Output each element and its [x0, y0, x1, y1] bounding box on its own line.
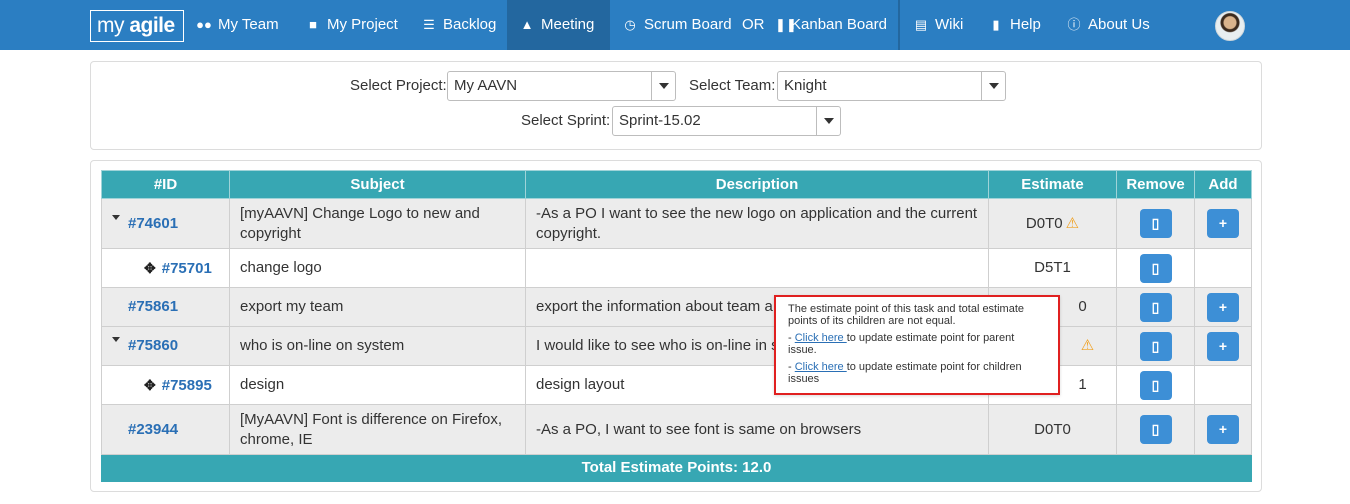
plus-icon: + [1218, 421, 1228, 437]
user-avatar[interactable] [1215, 11, 1245, 41]
col-estimate-header[interactable]: Estimate [988, 170, 1117, 199]
users-icon: ●● [196, 17, 212, 32]
team-label: Select Team: [689, 77, 776, 94]
subject-cell: change logo [229, 248, 526, 288]
nav-wiki[interactable]: ▤ Wiki [913, 0, 963, 50]
col-add-header: Add [1194, 170, 1252, 199]
remove-button[interactable]: ▯ [1139, 331, 1172, 361]
estimate-cell: D0T0 ⚠ [988, 198, 1117, 249]
nav-scrum-board[interactable]: ◷ Scrum Board [622, 0, 731, 50]
nav-my-team[interactable]: ●● My Team [196, 0, 278, 50]
remove-button[interactable]: ▯ [1139, 253, 1172, 283]
trash-icon: ▯ [1151, 215, 1160, 231]
project-select[interactable]: My AAVN [447, 71, 676, 101]
trash-icon: ▯ [1151, 259, 1160, 276]
table-row: #74601 [myAAVN] Change Logo to new and c… [101, 198, 1252, 249]
columns-icon: ❚❚ [775, 17, 797, 32]
remove-button[interactable]: ▯ [1139, 415, 1172, 444]
trash-icon: ▯ [1151, 421, 1160, 437]
nav-my-project[interactable]: ■ My Project [305, 0, 398, 50]
table-icon: ▤ [914, 17, 928, 32]
subject-cell: [myAAVN] Change Logo to new and copyrigh… [229, 198, 526, 249]
warning-icon[interactable]: ⚠ [1066, 215, 1079, 232]
collapse-caret-icon[interactable] [112, 337, 120, 342]
chevron-down-icon [981, 72, 1005, 100]
remove-button[interactable]: ▯ [1139, 370, 1172, 400]
nav-help[interactable]: ▮ Help [988, 0, 1040, 50]
trash-icon: ▯ [1151, 337, 1160, 354]
meeting-table: #ID Subject Description Estimate Remove … [101, 170, 1252, 482]
subject-cell: who is on-line on system [229, 326, 526, 366]
move-icon[interactable]: ✥ [144, 375, 156, 395]
total-row: Total Estimate Points: 12.0 [101, 454, 1252, 482]
table-row: #75860 who is on-line on system I would … [101, 326, 1252, 366]
nav-or-text: OR [742, 16, 765, 33]
logo-text: my [97, 14, 130, 37]
col-remove-header: Remove [1116, 170, 1195, 199]
plus-icon: + [1218, 298, 1228, 315]
trash-icon: ▯ [1151, 298, 1160, 315]
subject-cell: [MyAAVN] Font is difference on Firefox, … [229, 404, 526, 455]
sitemap-icon: ▲ [520, 17, 534, 32]
chevron-down-icon [816, 107, 840, 135]
col-description-header[interactable]: Description [525, 170, 989, 199]
description-cell: -As a PO I want to see the new logo on a… [525, 198, 989, 249]
nav-kanban-board[interactable]: ❚❚Kanban Board [775, 0, 887, 50]
subject-cell: export my team [229, 287, 526, 327]
app-logo[interactable]: my agile [90, 10, 184, 42]
nav-about-us[interactable]: ⓘ About Us [1066, 0, 1149, 50]
estimate-mismatch-tooltip: The estimate point of this task and tota… [774, 295, 1060, 395]
info-icon: ⓘ [1067, 17, 1081, 32]
sprint-label: Select Sprint: [521, 112, 611, 129]
estimate-cell: D5T1 [988, 248, 1117, 288]
collapse-caret-icon[interactable] [112, 214, 120, 220]
remove-button[interactable]: ▯ [1139, 292, 1172, 322]
add-button[interactable]: + [1207, 209, 1239, 238]
tooltip-message: The estimate point of this task and tota… [788, 303, 1025, 327]
clock-icon: ◷ [624, 17, 636, 32]
col-subject-header[interactable]: Subject [229, 170, 526, 199]
list-icon: ☰ [423, 17, 435, 32]
folder-icon: ■ [309, 17, 317, 32]
table-row: ✥ #75895 design design layout 1 ▯ [101, 365, 1252, 405]
table-header-row: #ID Subject Description Estimate Remove … [101, 170, 1252, 199]
trash-icon: ▯ [1151, 376, 1160, 393]
description-cell: -As a PO, I want to see font is same on … [525, 404, 989, 455]
team-select[interactable]: Knight [777, 71, 1006, 101]
issue-id-link[interactable]: #75701 [162, 260, 212, 277]
table-row: #75861 export my team export the informa… [101, 287, 1252, 327]
table-row: ✥ #75701 change logo D5T1 ▯ [101, 248, 1252, 288]
table-row: #23944 [MyAAVN] Font is difference on Fi… [101, 404, 1252, 455]
plus-icon: + [1218, 215, 1228, 231]
col-id-header[interactable]: #ID [101, 170, 230, 199]
nav-meeting[interactable]: ▲ Meeting [507, 0, 610, 50]
top-navbar: my agile ●● My Team ■ My Project ☰ Backlog … [0, 0, 1350, 50]
remove-button[interactable]: ▯ [1139, 209, 1172, 238]
nav-backlog[interactable]: ☰ Backlog [421, 0, 496, 50]
nav-divider [898, 0, 900, 50]
sprint-select[interactable]: Sprint-15.02 [612, 106, 841, 136]
description-cell [525, 248, 989, 288]
issue-id-link[interactable]: #75895 [162, 377, 212, 394]
issue-id-link[interactable]: #75860 [128, 337, 178, 354]
move-icon[interactable]: ✥ [144, 258, 156, 278]
estimate-cell: D0T0 [988, 404, 1117, 455]
issue-id-link[interactable]: #23944 [128, 421, 178, 438]
add-button[interactable]: + [1207, 415, 1239, 444]
plus-icon: + [1218, 337, 1228, 354]
update-parent-link[interactable]: Click here [795, 332, 847, 344]
issue-id-link[interactable]: #75861 [128, 298, 178, 315]
update-children-link[interactable]: Click here [795, 361, 847, 373]
logo-text-bold: agile [129, 14, 175, 37]
total-estimate-points: Total Estimate Points: 12.0 [101, 454, 1252, 482]
book-icon: ▮ [992, 17, 1000, 32]
project-label: Select Project: [350, 77, 447, 94]
chevron-down-icon [651, 72, 675, 100]
warning-icon[interactable]: ⚠ [1081, 337, 1094, 354]
issue-id-link[interactable]: #74601 [128, 215, 178, 232]
add-button[interactable]: + [1207, 292, 1239, 322]
subject-cell: design [229, 365, 526, 405]
add-button[interactable]: + [1207, 331, 1239, 361]
